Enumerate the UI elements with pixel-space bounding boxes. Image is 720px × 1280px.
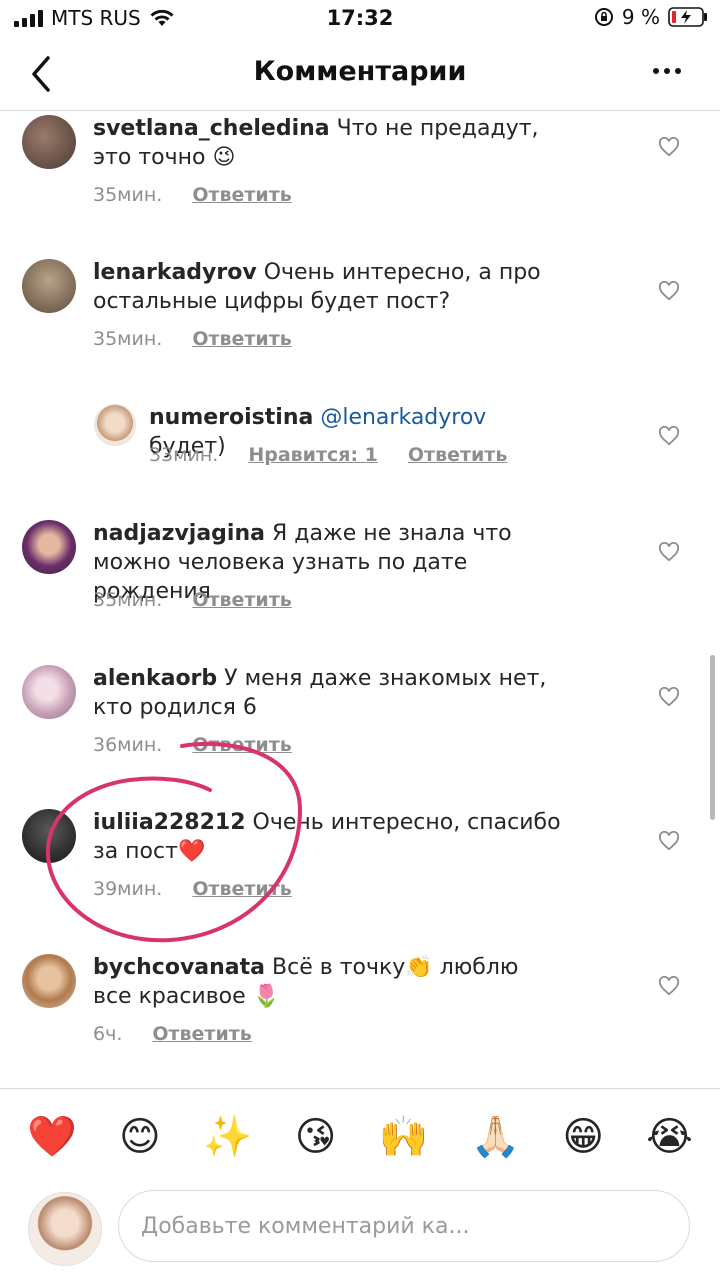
comment-username[interactable]: iuliia228212 (93, 810, 246, 835)
comment-composer (0, 1186, 720, 1280)
avatar[interactable] (94, 404, 136, 446)
battery-icon (668, 7, 707, 27)
emoji-kiss-button[interactable]: 😘 (295, 1117, 337, 1157)
comment-meta: 33мин. Нравится: 1 Ответить (149, 444, 507, 466)
page-title: Комментарии (253, 56, 467, 87)
avatar[interactable] (22, 954, 76, 1008)
like-heart-icon[interactable] (658, 281, 680, 301)
comment-meta: 35мин. Ответить (93, 589, 292, 611)
avatar[interactable] (22, 809, 76, 863)
likes-count-link[interactable]: Нравится: 1 (248, 444, 378, 466)
comment-time: 6ч. (93, 1023, 123, 1045)
like-heart-icon[interactable] (658, 542, 680, 562)
avatar[interactable] (22, 665, 76, 719)
comment-text: svetlana_cheledina Что не предадут, это … (93, 116, 539, 170)
reply-button[interactable]: Ответить (192, 878, 291, 900)
comments-list[interactable]: svetlana_cheledina Что не предадут, это … (0, 111, 720, 1086)
comment-time: 35мин. (93, 328, 163, 350)
comment-meta: 35мин. Ответить (93, 184, 292, 206)
avatar[interactable] (22, 115, 76, 169)
comment-username[interactable]: numeroistina (149, 405, 313, 430)
emoji-sparkles-button[interactable]: ✨ (203, 1117, 253, 1157)
emoji-grin-button[interactable]: 😁 (562, 1117, 604, 1157)
orientation-lock-icon (594, 8, 613, 26)
mention-link[interactable]: @lenarkadyrov (320, 405, 486, 430)
comment-meta: 36мин. Ответить (93, 734, 292, 756)
comment-input[interactable] (118, 1190, 690, 1262)
more-options-icon[interactable] (652, 66, 682, 76)
comment-time: 36мин. (93, 734, 163, 756)
comment-time: 35мин. (93, 589, 163, 611)
comment-username[interactable]: lenarkadyrov (93, 260, 257, 285)
comment-meta: 39мин. Ответить (93, 878, 292, 900)
comment-username[interactable]: alenkaorb (93, 666, 217, 691)
comment-text: bychcovanata Всё в точку👏 люблю все крас… (93, 955, 519, 1009)
reply-button[interactable]: Ответить (192, 184, 291, 206)
comment-text: lenarkadyrov Очень интересно, а про оста… (93, 260, 541, 314)
comment-meta: 6ч. Ответить (93, 1023, 252, 1045)
avatar[interactable] (22, 520, 76, 574)
like-heart-icon[interactable] (658, 831, 680, 851)
header: Комментарии (0, 40, 720, 111)
comment-time: 35мин. (93, 184, 163, 206)
reply-button[interactable]: Ответить (192, 328, 291, 350)
emoji-folded-hands-button[interactable]: 🙏🏻 (470, 1117, 520, 1157)
comment-username[interactable]: nadjazvjagina (93, 521, 265, 546)
red-heart-emoji: ❤️ (177, 839, 206, 864)
emoji-crying-button[interactable]: 😭 (646, 1117, 693, 1157)
scrollbar[interactable] (710, 655, 715, 820)
emoji-raised-hands-button[interactable]: 🙌 (379, 1117, 429, 1157)
current-user-avatar (28, 1192, 102, 1266)
comment-time: 39мин. (93, 878, 163, 900)
emoji-heart-button[interactable]: ❤️ (27, 1117, 77, 1157)
comment-text: iuliia228212 Очень интересно, спасибо за… (93, 810, 561, 864)
status-bar: MTS RUS 17:32 9 % (0, 0, 720, 40)
reply-button[interactable]: Ответить (192, 734, 291, 756)
like-heart-icon[interactable] (658, 976, 680, 996)
like-heart-icon[interactable] (658, 687, 680, 707)
reply-button[interactable]: Ответить (152, 1023, 251, 1045)
comment-username[interactable]: bychcovanata (93, 955, 265, 980)
like-heart-icon[interactable] (658, 137, 680, 157)
reply-button[interactable]: Ответить (192, 589, 291, 611)
comment-meta: 35мин. Ответить (93, 328, 292, 350)
tulip-emoji: 🌷 (252, 984, 281, 1009)
like-heart-icon[interactable] (658, 426, 680, 446)
avatar[interactable] (22, 259, 76, 313)
quick-emoji-bar: ❤️ 😊 ✨ 😘 🙌 🙏🏻 😁 😭 (0, 1088, 720, 1184)
battery-percent: 9 % (621, 5, 660, 29)
wink-emoji: 😉 (212, 145, 236, 170)
comment-time: 33мин. (149, 444, 219, 466)
comment-username[interactable]: svetlana_cheledina (93, 116, 330, 141)
emoji-smile-button[interactable]: 😊 (119, 1117, 161, 1157)
comment-text: alenkaorb У меня даже знакомых нет, кто … (93, 666, 547, 720)
clapping-hands-emoji: 👏 (405, 955, 433, 980)
reply-button[interactable]: Ответить (408, 444, 507, 466)
